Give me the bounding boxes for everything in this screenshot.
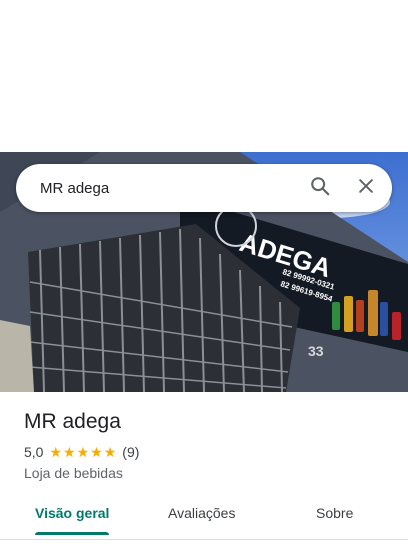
- star-icon: ★: [49, 444, 63, 460]
- rating-value: 5,0: [24, 444, 44, 460]
- star-icon: ★: [76, 444, 90, 460]
- star-icon: ★: [90, 444, 103, 460]
- search-bar[interactable]: MR adega: [16, 164, 392, 212]
- search-button[interactable]: [300, 168, 340, 208]
- place-title: MR adega: [24, 410, 121, 433]
- review-count[interactable]: (9): [122, 444, 139, 460]
- tabs-divider: [0, 539, 408, 540]
- tab-overview[interactable]: Visão geral: [35, 505, 109, 521]
- house-number: 33: [308, 343, 324, 359]
- tab-about[interactable]: Sobre: [316, 505, 353, 521]
- active-tab-indicator: [35, 532, 109, 535]
- close-icon: [356, 176, 376, 201]
- search-icon: [309, 175, 331, 202]
- map-blank-area: [0, 0, 408, 152]
- close-button[interactable]: [346, 168, 386, 208]
- star-icon: ★: [103, 444, 117, 460]
- rating-row[interactable]: 5,0 ★ ★ ★ ★ ★ (9): [24, 444, 139, 460]
- place-category[interactable]: Loja de bebidas: [24, 465, 123, 481]
- tab-bar: Visão geral Avaliações Sobre: [0, 496, 408, 536]
- search-input[interactable]: MR adega: [40, 180, 300, 197]
- tab-reviews[interactable]: Avaliações: [168, 505, 235, 521]
- rating-stars: ★ ★ ★ ★ ★: [49, 445, 117, 459]
- star-icon: ★: [63, 444, 76, 460]
